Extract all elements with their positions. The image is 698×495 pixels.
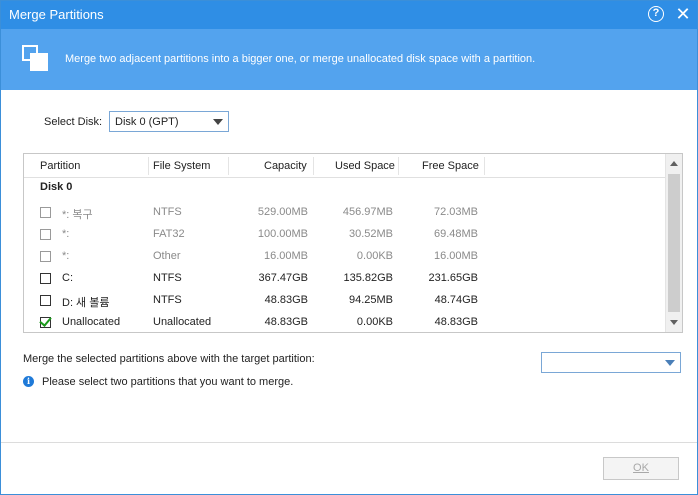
scroll-up-icon[interactable] [670, 161, 678, 166]
table-row[interactable]: D: 새 볼륨 NTFS 48.83GB 94.25MB 48.74GB [24, 290, 665, 312]
merge-partitions-icon [22, 45, 50, 73]
select-disk-value: Disk 0 (GPT) [115, 116, 179, 128]
close-icon[interactable]: ✕ [673, 3, 693, 25]
help-icon[interactable]: ? [648, 6, 664, 22]
info-message: Please select two partitions that you wa… [42, 376, 294, 388]
window-title: Merge Partitions [9, 7, 104, 22]
cell-free-space: 16.00MB [433, 250, 478, 262]
cell-partition: *: [62, 228, 70, 240]
row-checkbox[interactable] [40, 295, 51, 306]
scroll-down-icon[interactable] [670, 320, 678, 325]
chevron-down-icon [665, 360, 675, 366]
cell-used-space: 0.00KB [356, 250, 393, 262]
row-checkbox [40, 229, 51, 240]
cell-file-system: NTFS [153, 206, 182, 218]
table-row[interactable]: Unallocated Unallocated 48.83GB 0.00KB 48.83… [24, 312, 665, 332]
cell-file-system: FAT32 [153, 228, 185, 240]
cell-capacity: 48.83GB [264, 316, 308, 328]
cell-partition: *: 복구 [62, 209, 93, 221]
partition-table: Partition File System Capacity Used Spac… [23, 153, 683, 333]
select-disk-dropdown[interactable]: Disk 0 (GPT) [109, 111, 229, 132]
cell-file-system: Other [153, 250, 181, 262]
cell-file-system: NTFS [153, 294, 182, 306]
cell-used-space: 94.25MB [348, 294, 393, 306]
target-partition-dropdown[interactable] [541, 352, 681, 373]
column-header-used-space[interactable]: Used Space [335, 160, 395, 172]
cell-used-space: 135.82GB [343, 272, 393, 284]
chevron-down-icon [213, 119, 223, 125]
table-row: *: FAT32 100.00MB 30.52MB 69.48MB [24, 224, 665, 246]
column-header-file-system[interactable]: File System [153, 160, 210, 172]
cell-free-space: 48.83GB [434, 316, 478, 328]
table-row: *: Other 16.00MB 0.00KB 16.00MB [24, 246, 665, 268]
cell-capacity: 367.47GB [258, 272, 308, 284]
cell-file-system: NTFS [153, 272, 182, 284]
cell-capacity: 529.00MB [257, 206, 308, 218]
banner-text: Merge two adjacent partitions into a big… [65, 53, 536, 65]
cell-partition: D: 새 볼륨 [62, 297, 110, 309]
cell-capacity: 16.00MB [263, 250, 308, 262]
cell-used-space: 0.00KB [356, 316, 393, 328]
cell-free-space: 48.74GB [434, 294, 478, 306]
cell-partition: C: [62, 272, 73, 284]
cell-partition: *: [62, 250, 70, 262]
row-checkbox [40, 251, 51, 262]
column-header-capacity[interactable]: Capacity [264, 160, 307, 172]
disk-group-label: Disk 0 [40, 181, 73, 193]
cell-used-space: 456.97MB [342, 206, 393, 218]
table-row: *: 복구 NTFS 529.00MB 456.97MB 72.03MB [24, 202, 665, 224]
cell-free-space: 72.03MB [433, 206, 478, 218]
description-banner: Merge two adjacent partitions into a big… [1, 29, 697, 90]
merge-partitions-dialog: Merge Partitions ? ✕ Merge two adjacent … [0, 0, 698, 495]
cell-free-space: 231.65GB [428, 272, 478, 284]
cell-file-system: Unallocated [153, 316, 212, 328]
column-header-partition[interactable]: Partition [40, 160, 80, 172]
table-row[interactable]: C: NTFS 367.47GB 135.82GB 231.65GB [24, 268, 665, 290]
vertical-scrollbar[interactable] [665, 154, 682, 332]
cell-partition: Unallocated [62, 316, 121, 328]
cell-free-space: 69.48MB [433, 228, 478, 240]
cell-capacity: 48.83GB [264, 294, 308, 306]
merge-target-label: Merge the selected partitions above with… [23, 353, 315, 365]
ok-button[interactable]: OK [603, 457, 679, 480]
row-checkbox[interactable] [40, 273, 51, 284]
scrollbar-thumb[interactable] [668, 174, 680, 312]
select-disk-label: Select Disk: [44, 116, 103, 128]
title-bar: Merge Partitions ? ✕ [1, 1, 697, 29]
row-checkbox[interactable] [40, 317, 51, 328]
column-header-free-space[interactable]: Free Space [422, 160, 479, 172]
info-icon: i [23, 376, 34, 387]
row-checkbox [40, 207, 51, 218]
cell-capacity: 100.00MB [257, 228, 308, 240]
table-header: Partition File System Capacity Used Spac… [24, 154, 665, 178]
cell-used-space: 30.52MB [348, 228, 393, 240]
footer-divider [1, 442, 697, 443]
